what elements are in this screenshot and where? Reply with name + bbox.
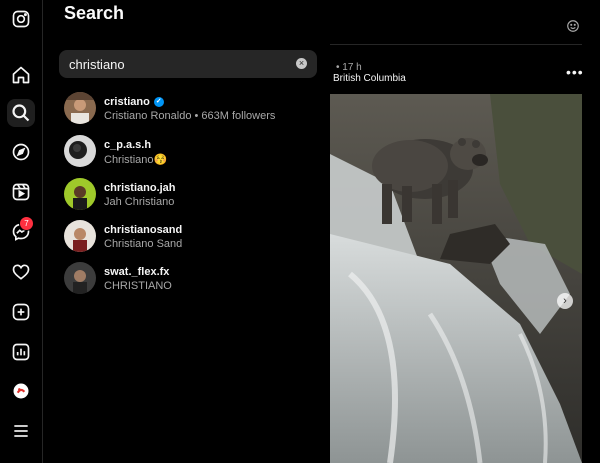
notifications-heart-icon[interactable] <box>7 258 35 286</box>
search-result-row[interactable]: cristiano ✓ Cristiano Ronaldo • 663M fol… <box>64 92 314 126</box>
explore-icon[interactable] <box>7 138 35 166</box>
avatar <box>64 178 96 210</box>
search-result-row[interactable]: christianosand Christiano Sand <box>64 220 314 254</box>
search-result-row[interactable]: c_p.a.s.h Christiano😚 <box>64 135 314 169</box>
more-options-icon[interactable]: ••• <box>566 64 584 80</box>
panel-title: Search <box>64 3 125 23</box>
dashboard-icon[interactable] <box>7 338 35 366</box>
next-photo-chevron-icon[interactable]: › <box>557 293 573 309</box>
clear-search-icon[interactable]: × <box>296 58 307 69</box>
avatar <box>64 220 96 252</box>
result-username: cristiano ✓ <box>104 96 164 108</box>
emoji-icon[interactable] <box>566 19 580 33</box>
feed-top-bar <box>330 0 582 45</box>
post-time: • 17 h <box>336 62 362 73</box>
result-username: c_p.a.s.h <box>104 139 152 151</box>
result-subtitle: Christiano😚 <box>104 154 168 166</box>
result-subtitle: Cristiano Ronaldo • 663M followers <box>104 110 276 122</box>
avatar <box>64 135 96 167</box>
feed: • 17 h British Columbia ••• <box>330 0 600 463</box>
search-panel: Search × cristiano ✓ Cristiano Ronaldo •… <box>43 0 329 463</box>
home-icon[interactable] <box>7 61 35 89</box>
profile-avatar[interactable] <box>7 377 35 405</box>
search-icon[interactable] <box>7 99 35 127</box>
result-username: christianosand <box>104 224 183 236</box>
nav-rail: 7 <box>0 0 43 463</box>
avatar <box>64 262 96 294</box>
result-username: christiano.jah <box>104 182 176 194</box>
search-result-row[interactable]: christiano.jah Jah Christiano <box>64 178 314 212</box>
menu-icon[interactable] <box>7 417 35 445</box>
post-photo <box>330 94 582 463</box>
reels-icon[interactable] <box>7 178 35 206</box>
verified-badge-icon: ✓ <box>153 97 164 107</box>
create-plus-icon[interactable] <box>7 298 35 326</box>
result-subtitle: CHRISTIANO <box>104 280 172 292</box>
result-subtitle: Jah Christiano <box>104 196 175 208</box>
post-location[interactable]: British Columbia <box>333 73 406 84</box>
search-box[interactable]: × <box>59 50 317 78</box>
search-input[interactable] <box>69 54 289 74</box>
messenger-icon[interactable]: 7 <box>7 216 35 246</box>
instagram-logo-icon[interactable] <box>7 5 35 33</box>
avatar <box>64 92 96 124</box>
search-result-row[interactable]: swat._flex.fx CHRISTIANO <box>64 262 314 296</box>
messages-badge: 7 <box>19 216 34 231</box>
result-username: swat._flex.fx <box>104 266 170 278</box>
result-subtitle: Christiano Sand <box>104 238 183 250</box>
